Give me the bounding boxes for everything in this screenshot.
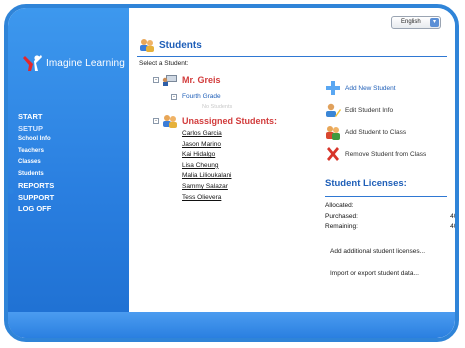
nav-classes[interactable]: Classes	[18, 157, 54, 169]
teacher-node[interactable]: - Mr. Greis	[153, 74, 221, 86]
list-item[interactable]: Malia Lilioukalani	[182, 171, 232, 182]
license-row: Purchased: 400	[325, 212, 458, 223]
collapse-icon[interactable]: -	[153, 118, 159, 124]
nav-reports[interactable]: REPORTS	[18, 180, 54, 192]
edit-user-icon	[326, 103, 341, 117]
add-to-class-label: Add Student to Class	[345, 128, 407, 136]
license-value: 400	[450, 223, 458, 231]
list-item[interactable]: Sammy Salazar	[182, 182, 232, 193]
class-name: Fourth Grade	[182, 93, 221, 100]
main-panel: English ▾ Students Select a Student: - M…	[129, 8, 455, 338]
remove-from-class-label: Remove Student from Class	[345, 150, 427, 158]
sidebar: Imagine Learning START SETUP School Info…	[8, 8, 129, 338]
language-select[interactable]: English ▾	[391, 16, 441, 29]
page-subtitle: Select a Student:	[139, 60, 189, 67]
edit-student-label: Edit Student Info	[345, 106, 394, 114]
unassigned-label: Unassigned Students:	[182, 116, 278, 126]
students-icon	[140, 39, 154, 52]
sidebar-dot	[8, 188, 14, 194]
list-item[interactable]: Kai Hidalgo	[182, 150, 232, 161]
page-title: Students	[159, 39, 202, 51]
teacher-name: Mr. Greis	[182, 75, 221, 85]
empty-class-note: No Students	[202, 104, 233, 110]
remove-from-class-button[interactable]: Remove Student from Class	[325, 144, 426, 164]
licenses-title: Student Licenses:	[325, 178, 407, 189]
license-label: Remaining:	[325, 223, 358, 231]
list-item[interactable]: Jason Marino	[182, 140, 232, 151]
brand-name: Imagine Learning	[46, 57, 125, 69]
list-item[interactable]: Tess Olievera	[182, 193, 232, 204]
list-item[interactable]: Lisa Cheung	[182, 161, 232, 172]
nav-support[interactable]: SUPPORT	[18, 192, 54, 204]
license-row: Remaining: 400	[325, 222, 458, 233]
remove-icon	[327, 147, 339, 161]
license-label: Purchased:	[325, 212, 358, 220]
page-header: Students	[139, 38, 202, 52]
student-list: Carlos Garcia Jason Marino Kai Hidalgo L…	[182, 129, 232, 203]
license-row: Allocated: 0	[325, 201, 459, 212]
license-value: 400	[450, 212, 458, 220]
brand-logo: Imagine Learning	[22, 52, 125, 74]
edit-student-button[interactable]: Edit Student Info	[325, 100, 426, 120]
student-actions: Add New Student Edit Student Info Add St…	[325, 78, 426, 166]
import-export-link[interactable]: Import or export student data...	[330, 270, 419, 277]
list-item[interactable]: Carlos Garcia	[182, 129, 232, 140]
add-icon	[326, 81, 340, 95]
add-to-class-button[interactable]: Add Student to Class	[325, 122, 426, 142]
add-licenses-link[interactable]: Add additional student licenses...	[330, 248, 425, 255]
nav-school-info[interactable]: School Info	[18, 134, 54, 146]
language-value: English	[401, 19, 421, 25]
header-divider	[137, 56, 447, 57]
nav-start[interactable]: START	[18, 111, 54, 123]
license-value: 0	[457, 201, 459, 212]
chevron-down-icon: ▾	[430, 18, 439, 27]
teacher-icon	[162, 75, 177, 86]
licenses-divider	[325, 196, 447, 197]
license-label: Allocated:	[325, 202, 354, 209]
add-new-student-button[interactable]: Add New Student	[325, 78, 426, 98]
add-new-student-label: Add New Student	[345, 84, 396, 92]
students-icon	[163, 115, 177, 128]
footer-band	[8, 312, 455, 338]
add-to-class-icon	[326, 126, 340, 140]
licenses-table: Allocated: 0 Purchased: 400 Remaining: 4…	[325, 201, 459, 233]
collapse-icon[interactable]: -	[171, 93, 177, 100]
unassigned-node[interactable]: - Unassigned Students:	[153, 114, 277, 128]
logo-icon	[22, 52, 44, 74]
collapse-icon[interactable]: -	[153, 77, 159, 83]
sidebar-nav: START SETUP School Info Teachers Classes…	[18, 111, 54, 215]
nav-students[interactable]: Students	[18, 169, 54, 181]
class-node[interactable]: - Fourth Grade	[171, 93, 221, 100]
nav-teachers[interactable]: Teachers	[18, 146, 54, 158]
nav-log-off[interactable]: LOG OFF	[18, 203, 54, 215]
app-window: Imagine Learning START SETUP School Info…	[4, 4, 459, 342]
nav-setup[interactable]: SETUP	[18, 123, 54, 135]
